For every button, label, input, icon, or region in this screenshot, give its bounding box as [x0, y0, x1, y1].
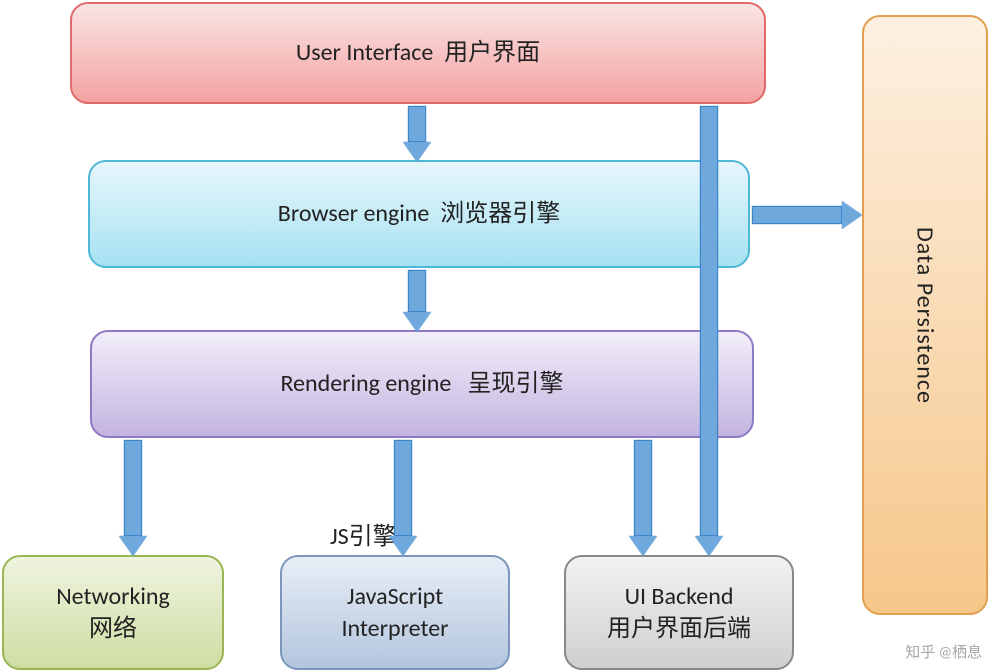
label-browser-cn: 浏览器引擎	[440, 198, 560, 229]
label-uibackend-en: UI Backend	[625, 581, 734, 612]
label-js-cn-short: JS引擎	[330, 516, 397, 551]
box-browser-engine: Browser engine 浏览器引擎	[88, 160, 750, 268]
label-networking-en: Networking	[56, 581, 170, 612]
label-persist-en: Data Persistence	[909, 227, 940, 404]
label-ui-en: User Interface	[296, 37, 433, 68]
label-networking-cn: 网络	[89, 613, 137, 644]
watermark: 知乎 @栖息	[905, 641, 982, 662]
label-browser-en: Browser engine	[278, 198, 430, 229]
label-rendering-en: Rendering engine	[280, 368, 451, 399]
box-data-persistence: Data Persistence	[862, 15, 988, 615]
label-ui-cn: 用户界面	[444, 37, 540, 68]
label-js-en-1: JavaScript	[347, 581, 443, 612]
label-js-en-2: Interpreter	[341, 613, 448, 644]
box-ui-backend: UI Backend 用户界面后端	[564, 555, 794, 670]
label-rendering-cn: 呈现引擎	[468, 368, 564, 399]
box-networking: Networking 网络	[2, 555, 224, 670]
box-rendering-engine: Rendering engine 呈现引擎	[90, 330, 754, 438]
label-uibackend-cn: 用户界面后端	[607, 613, 751, 644]
box-user-interface: User Interface 用户界面	[70, 2, 766, 104]
box-js-interpreter: JavaScript Interpreter	[280, 555, 510, 670]
